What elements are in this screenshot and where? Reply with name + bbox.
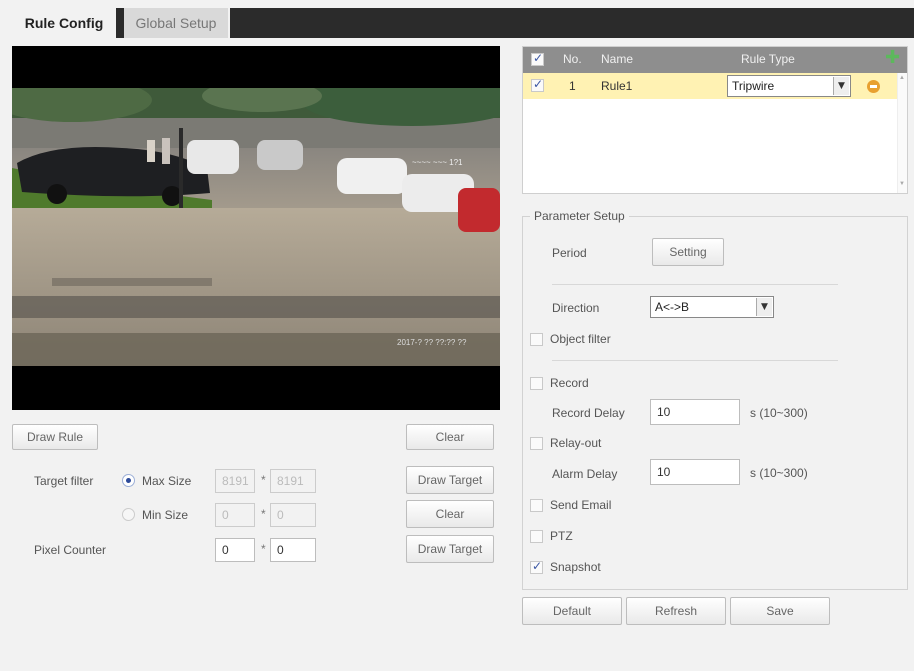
pixel-draw-target-button[interactable]: Draw Target bbox=[406, 535, 494, 563]
minus-icon bbox=[870, 85, 877, 88]
record-label: Record bbox=[550, 376, 589, 390]
draw-target-button[interactable]: Draw Target bbox=[406, 466, 494, 494]
radio-selected-dot bbox=[126, 478, 131, 483]
alarm-delay-input[interactable]: 10 bbox=[650, 459, 740, 485]
save-button[interactable]: Save bbox=[730, 597, 830, 625]
rule-table-scrollbar[interactable]: ▲ ▼ bbox=[897, 73, 907, 193]
scroll-up-icon[interactable]: ▲ bbox=[899, 75, 905, 81]
rule-table-row[interactable]: 1 Rule1 Tripwire ▼ bbox=[523, 73, 897, 99]
rule-type-select[interactable]: Tripwire ▼ bbox=[727, 75, 851, 97]
clear-target-button[interactable]: Clear bbox=[406, 500, 494, 528]
clear-rule-button[interactable]: Clear bbox=[406, 424, 494, 450]
column-rule-type: Rule Type bbox=[741, 52, 795, 66]
period-label: Period bbox=[552, 246, 587, 260]
video-overlay-timestamp: 2017-? ?? ??:?? ?? bbox=[397, 338, 467, 347]
size-separator: * bbox=[261, 542, 266, 556]
scroll-down-icon[interactable]: ▼ bbox=[899, 181, 905, 187]
select-all-checkbox[interactable] bbox=[531, 51, 544, 66]
draw-rule-button[interactable]: Draw Rule bbox=[12, 424, 98, 450]
pixel-counter-label: Pixel Counter bbox=[34, 543, 107, 557]
ptz-label: PTZ bbox=[550, 529, 573, 543]
record-delay-unit: s (10~300) bbox=[750, 406, 808, 420]
camera-scene-image: ~~~~ ~~~ 1?1 2017-? ?? ??:?? ?? bbox=[12, 88, 500, 366]
relay-out-label: Relay-out bbox=[550, 436, 602, 450]
video-preview[interactable]: ~~~~ ~~~ 1?1 2017-? ?? ??:?? ?? bbox=[12, 46, 500, 410]
record-delay-label: Record Delay bbox=[552, 406, 625, 420]
alarm-delay-unit: s (10~300) bbox=[750, 466, 808, 480]
chevron-down-icon: ▼ bbox=[756, 298, 772, 316]
min-width-input[interactable]: 0 bbox=[215, 503, 255, 527]
rule-name[interactable]: Rule1 bbox=[601, 79, 632, 93]
object-filter-label: Object filter bbox=[550, 332, 611, 346]
min-size-radio[interactable] bbox=[122, 508, 135, 521]
object-filter-checkbox[interactable] bbox=[530, 333, 543, 346]
send-email-checkbox[interactable] bbox=[530, 499, 543, 512]
video-overlay-top-text: ~~~~ ~~~ 1?1 bbox=[412, 158, 463, 167]
direction-select[interactable]: A<->B ▼ bbox=[650, 296, 774, 318]
tab-bar-fill bbox=[230, 8, 914, 38]
size-separator: * bbox=[261, 473, 266, 487]
rule-type-value: Tripwire bbox=[732, 79, 775, 93]
tab-separator bbox=[116, 8, 124, 38]
rule-no: 1 bbox=[569, 79, 576, 93]
relay-out-checkbox[interactable] bbox=[530, 437, 543, 450]
record-delay-input[interactable]: 10 bbox=[650, 399, 740, 425]
refresh-button[interactable]: Refresh bbox=[626, 597, 726, 625]
rule-checkbox[interactable] bbox=[531, 77, 544, 92]
alarm-delay-label: Alarm Delay bbox=[552, 467, 618, 481]
column-no: No. bbox=[563, 52, 582, 66]
pixel-height-input[interactable]: 0 bbox=[270, 538, 316, 562]
min-size-label: Min Size bbox=[142, 508, 189, 522]
direction-label: Direction bbox=[552, 301, 600, 315]
snapshot-checkbox[interactable] bbox=[530, 559, 543, 574]
max-width-input[interactable]: 8191 bbox=[215, 469, 255, 493]
send-email-label: Send Email bbox=[550, 498, 612, 512]
max-size-label: Max Size bbox=[142, 474, 192, 488]
rule-table: No. Name Rule Type ✚ 1 Rule1 Tripwire ▼ … bbox=[522, 46, 908, 194]
period-setting-button[interactable]: Setting bbox=[652, 238, 724, 266]
add-rule-icon[interactable]: ✚ bbox=[885, 49, 900, 67]
snapshot-label: Snapshot bbox=[550, 560, 601, 574]
default-button[interactable]: Default bbox=[522, 597, 622, 625]
tab-rule-config[interactable]: Rule Config bbox=[12, 8, 116, 38]
max-height-input[interactable]: 8191 bbox=[270, 469, 316, 493]
direction-value: A<->B bbox=[655, 300, 690, 314]
tab-global-setup[interactable]: Global Setup bbox=[124, 8, 228, 38]
parameter-setup-title: Parameter Setup bbox=[530, 209, 629, 223]
target-filter-label: Target filter bbox=[34, 474, 94, 488]
min-height-input[interactable]: 0 bbox=[270, 503, 316, 527]
remove-rule-icon[interactable] bbox=[867, 80, 880, 93]
pixel-width-input[interactable]: 0 bbox=[215, 538, 255, 562]
record-checkbox[interactable] bbox=[530, 377, 543, 390]
divider bbox=[552, 284, 838, 285]
column-name: Name bbox=[601, 52, 634, 66]
chevron-down-icon: ▼ bbox=[833, 77, 849, 95]
size-separator: * bbox=[261, 507, 266, 521]
divider bbox=[552, 360, 838, 361]
rule-table-header: No. Name Rule Type ✚ bbox=[523, 47, 907, 73]
max-size-radio[interactable] bbox=[122, 474, 135, 487]
ptz-checkbox[interactable] bbox=[530, 530, 543, 543]
